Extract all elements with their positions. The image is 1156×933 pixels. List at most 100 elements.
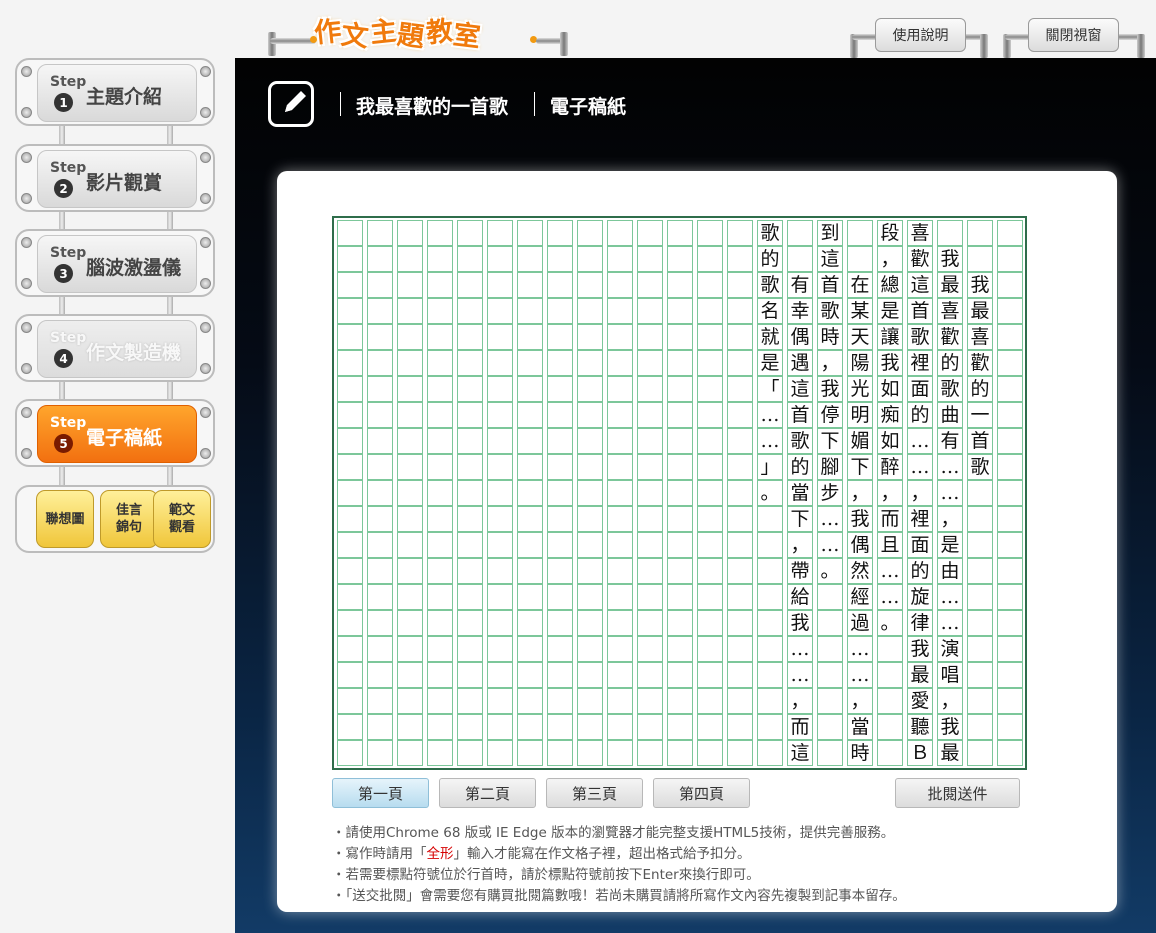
grid-cell[interactable] (547, 402, 573, 428)
grid-cell[interactable]: 的 (787, 454, 813, 480)
grid-cell[interactable]: 裡 (907, 350, 933, 376)
grid-cell[interactable] (697, 454, 723, 480)
grid-cell[interactable] (397, 532, 423, 558)
grid-cell[interactable]: 偶 (787, 324, 813, 350)
grid-cell[interactable] (757, 506, 783, 532)
grid-cell[interactable]: 。 (757, 480, 783, 506)
grid-cell[interactable] (367, 298, 393, 324)
grid-cell[interactable]: 的 (937, 350, 963, 376)
grid-cell[interactable] (607, 428, 633, 454)
grid-cell[interactable] (577, 220, 603, 246)
grid-cell[interactable] (667, 376, 693, 402)
grid-cell[interactable] (667, 350, 693, 376)
grid-cell[interactable] (427, 272, 453, 298)
grid-cell[interactable] (367, 350, 393, 376)
grid-cell[interactable] (397, 402, 423, 428)
grid-cell[interactable] (427, 246, 453, 272)
grid-cell[interactable] (817, 662, 843, 688)
grid-cell[interactable] (457, 610, 483, 636)
grid-cell[interactable]: 段 (877, 220, 903, 246)
grid-cell[interactable] (697, 376, 723, 402)
step-2-button[interactable]: Step 2 影片觀賞 (15, 144, 215, 212)
grid-cell[interactable] (427, 662, 453, 688)
grid-cell[interactable] (667, 636, 693, 662)
grid-cell[interactable] (397, 506, 423, 532)
grid-cell[interactable] (667, 428, 693, 454)
grid-cell[interactable] (457, 662, 483, 688)
grid-cell[interactable] (487, 714, 513, 740)
grid-cell[interactable] (367, 662, 393, 688)
grid-cell[interactable] (397, 246, 423, 272)
grid-cell[interactable]: … (817, 506, 843, 532)
grid-cell[interactable] (607, 272, 633, 298)
grid-cell[interactable]: 總 (877, 272, 903, 298)
grid-cell[interactable]: 一 (967, 402, 993, 428)
grid-cell[interactable] (427, 480, 453, 506)
grid-cell[interactable] (997, 636, 1023, 662)
grid-cell[interactable]: 我 (787, 610, 813, 636)
grid-cell[interactable] (547, 740, 573, 766)
grid-cell[interactable] (727, 376, 753, 402)
grid-cell[interactable] (427, 584, 453, 610)
grid-column[interactable]: 段，總是讓我如痴如醉，而且……。 (877, 220, 903, 766)
grid-cell[interactable] (487, 532, 513, 558)
grid-cell[interactable] (757, 636, 783, 662)
grid-cell[interactable] (547, 298, 573, 324)
grid-cell[interactable]: 步 (817, 480, 843, 506)
grid-cell[interactable]: Ｂ (907, 740, 933, 766)
grid-cell[interactable] (757, 610, 783, 636)
grid-column[interactable] (547, 220, 573, 766)
grid-cell[interactable] (337, 428, 363, 454)
grid-cell[interactable] (637, 428, 663, 454)
grid-cell[interactable] (817, 584, 843, 610)
grid-cell[interactable]: 有 (937, 428, 963, 454)
grid-cell[interactable] (637, 584, 663, 610)
grid-cell[interactable]: 我 (937, 246, 963, 272)
grid-cell[interactable] (667, 584, 693, 610)
grid-cell[interactable]: 喜 (967, 324, 993, 350)
grid-cell[interactable] (337, 584, 363, 610)
grid-cell[interactable] (577, 532, 603, 558)
grid-cell[interactable]: 喜 (907, 220, 933, 246)
grid-cell[interactable]: 名 (757, 298, 783, 324)
step-5-button[interactable]: Step 5 電子稿紙 (15, 399, 215, 467)
grid-cell[interactable] (667, 662, 693, 688)
grid-cell[interactable] (337, 376, 363, 402)
grid-cell[interactable]: 停 (817, 402, 843, 428)
grid-cell[interactable] (727, 324, 753, 350)
grid-cell[interactable] (547, 220, 573, 246)
grid-cell[interactable] (697, 246, 723, 272)
grid-cell[interactable] (667, 740, 693, 766)
grid-cell[interactable] (487, 272, 513, 298)
grid-cell[interactable]: 帶 (787, 558, 813, 584)
grid-column[interactable] (637, 220, 663, 766)
grid-cell[interactable] (607, 558, 633, 584)
grid-cell[interactable] (517, 584, 543, 610)
grid-cell[interactable] (457, 428, 483, 454)
page-3-button[interactable]: 第三頁 (546, 778, 643, 808)
grid-cell[interactable] (637, 610, 663, 636)
grid-cell[interactable] (367, 740, 393, 766)
grid-cell[interactable]: 首 (787, 402, 813, 428)
grid-column[interactable] (397, 220, 423, 766)
grid-cell[interactable] (427, 428, 453, 454)
grid-cell[interactable] (517, 376, 543, 402)
grid-cell[interactable]: 面 (907, 376, 933, 402)
grid-cell[interactable] (457, 506, 483, 532)
grid-cell[interactable]: 明 (847, 402, 873, 428)
grid-column[interactable] (337, 220, 363, 766)
grid-cell[interactable]: 痴 (877, 402, 903, 428)
grid-cell[interactable] (637, 636, 663, 662)
grid-cell[interactable] (487, 220, 513, 246)
grid-cell[interactable] (757, 740, 783, 766)
grid-cell[interactable]: ， (817, 350, 843, 376)
grid-cell[interactable]: 歌 (787, 428, 813, 454)
grid-cell[interactable]: 歌 (757, 220, 783, 246)
grid-column[interactable] (727, 220, 753, 766)
grid-cell[interactable] (517, 506, 543, 532)
grid-cell[interactable] (397, 324, 423, 350)
grid-cell[interactable] (457, 714, 483, 740)
grid-cell[interactable] (997, 506, 1023, 532)
grid-cell[interactable] (967, 636, 993, 662)
grid-cell[interactable]: 「 (757, 376, 783, 402)
